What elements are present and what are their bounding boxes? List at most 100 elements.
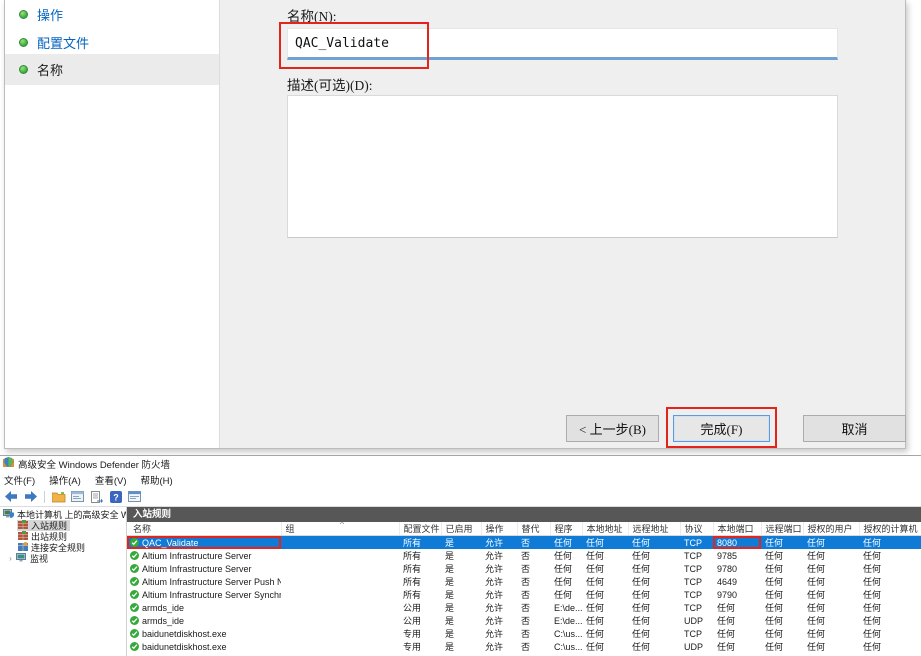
- back-icon[interactable]: [3, 489, 20, 504]
- table-row[interactable]: armds_ide公用是允许否E:\de...任何任何UDP任何任何任何任何: [127, 614, 921, 627]
- cell-group: [281, 562, 399, 575]
- cell-authorized_users: 任何: [803, 562, 859, 575]
- cell-override: 否: [517, 536, 550, 550]
- cell-override: 否: [517, 627, 550, 640]
- table-row[interactable]: Altium Infrastructure Server Synchroniz.…: [127, 588, 921, 601]
- cell-override: 否: [517, 588, 550, 601]
- column-header-protocol[interactable]: 协议: [680, 522, 713, 536]
- monitoring-icon: [16, 553, 27, 564]
- sort-indicator-icon: ^: [336, 522, 348, 528]
- cell-local_address: 任何: [582, 562, 628, 575]
- menu-file[interactable]: 文件(F): [0, 473, 42, 487]
- cell-remote_port: 任何: [761, 575, 803, 588]
- column-header-action[interactable]: 操作: [481, 522, 517, 536]
- table-row[interactable]: Altium Infrastructure Server所有是允许否任何任何任何…: [127, 549, 921, 562]
- help-icon[interactable]: ?: [107, 489, 124, 504]
- cell-authorized_computers: 任何: [859, 562, 921, 575]
- menu-view[interactable]: 查看(V): [88, 473, 134, 487]
- window-title: 高级安全 Windows Defender 防火墙: [18, 457, 170, 471]
- cell-override: 否: [517, 614, 550, 627]
- cell-action: 允许: [481, 575, 517, 588]
- properties-window-icon[interactable]: [126, 489, 143, 504]
- cell-authorized_users: 任何: [803, 627, 859, 640]
- toolbar-separator: [44, 491, 45, 503]
- table-row[interactable]: baidunetdiskhost.exe专用是允许否C:\us...任何任何UD…: [127, 640, 921, 653]
- tree-item-monitoring[interactable]: › 监视: [0, 553, 126, 564]
- rule-enabled-check-icon: [130, 642, 139, 651]
- cell-protocol: TCP: [680, 601, 713, 614]
- table-row[interactable]: QAC_Validate所有是允许否任何任何任何TCP8080任何任何任何: [127, 536, 921, 550]
- computer-shield-icon: [3, 509, 14, 520]
- rule-name-input[interactable]: [287, 28, 838, 60]
- tree-item-label: 监视: [30, 553, 48, 564]
- cell-group: [281, 549, 399, 562]
- wizard-step-action[interactable]: 操作: [5, 0, 219, 29]
- column-header-authorized_users[interactable]: 授权的用户: [803, 522, 859, 536]
- cell-name: Altium Infrastructure Server: [127, 562, 281, 575]
- wizard-step-label: 配置文件: [37, 33, 89, 52]
- column-header-local_port[interactable]: 本地端口: [713, 522, 761, 536]
- tree-root-local-computer[interactable]: 本地计算机 上的高级安全 Wind: [0, 509, 126, 520]
- column-header-remote_address[interactable]: 远程地址: [628, 522, 680, 536]
- rule-name-label: 名称(N):: [287, 5, 337, 25]
- back-button[interactable]: < 上一步(B): [566, 415, 659, 442]
- menu-help[interactable]: 帮助(H): [133, 473, 179, 487]
- step-bullet-icon: [19, 38, 28, 47]
- wizard-step-label: 操作: [37, 5, 63, 24]
- console-tree: 本地计算机 上的高级安全 Wind 入站规则: [0, 507, 127, 656]
- column-header-profile[interactable]: 配置文件: [399, 522, 441, 536]
- tree-item-outbound-rules[interactable]: 出站规则: [0, 531, 126, 542]
- column-header-remote_port[interactable]: 远程端口: [761, 522, 803, 536]
- column-header-enabled[interactable]: 已启用: [441, 522, 481, 536]
- cell-action: 允许: [481, 640, 517, 653]
- cell-authorized_users: 任何: [803, 614, 859, 627]
- cell-name: QAC_Validate: [127, 536, 281, 550]
- table-row[interactable]: armds_ide公用是允许否E:\de...任何任何TCP任何任何任何任何: [127, 601, 921, 614]
- connection-security-rules-icon: [18, 542, 28, 553]
- tree-item-connection-security-rules[interactable]: 连接安全规则: [0, 542, 126, 553]
- cell-enabled: 是: [441, 614, 481, 627]
- column-header-authorized_computers[interactable]: 授权的计算机: [859, 522, 921, 536]
- show-console-tree-icon[interactable]: [50, 489, 67, 504]
- rule-description-textarea[interactable]: [287, 95, 838, 238]
- cell-authorized_computers: 任何: [859, 549, 921, 562]
- cell-remote_address: 任何: [628, 562, 680, 575]
- finish-button[interactable]: 完成(F): [673, 415, 770, 442]
- wizard-step-name-current[interactable]: 名称: [5, 54, 219, 85]
- expand-chevron-icon[interactable]: ›: [6, 554, 15, 563]
- rule-name-text: QAC_Validate: [142, 538, 198, 548]
- cell-program: 任何: [550, 575, 582, 588]
- table-row[interactable]: baidunetdiskhost.exe专用是允许否C:\us...任何任何TC…: [127, 627, 921, 640]
- forward-icon[interactable]: [22, 489, 39, 504]
- wizard-step-profile[interactable]: 配置文件: [5, 28, 219, 57]
- cancel-button[interactable]: 取消: [803, 415, 906, 442]
- column-header-name[interactable]: 名称: [127, 522, 281, 536]
- cell-authorized_computers: 任何: [859, 614, 921, 627]
- cell-profile: 所有: [399, 549, 441, 562]
- cell-protocol: TCP: [680, 549, 713, 562]
- column-header-program[interactable]: 程序: [550, 522, 582, 536]
- table-row[interactable]: Altium Infrastructure Server Push Notifi…: [127, 575, 921, 588]
- cell-group: [281, 536, 399, 550]
- toolbar: ?: [0, 487, 921, 507]
- cell-profile: 所有: [399, 536, 441, 550]
- console-window-icon[interactable]: [69, 489, 86, 504]
- cell-group: [281, 614, 399, 627]
- rule-description-label: 描述(可选)(D):: [287, 74, 372, 94]
- menu-action[interactable]: 操作(A): [42, 473, 88, 487]
- cell-enabled: 是: [441, 575, 481, 588]
- cell-action: 允许: [481, 588, 517, 601]
- table-row[interactable]: Altium Infrastructure Server所有是允许否任何任何任何…: [127, 562, 921, 575]
- cell-override: 否: [517, 562, 550, 575]
- column-header-override[interactable]: 替代: [517, 522, 550, 536]
- export-list-icon[interactable]: [88, 489, 105, 504]
- tree-item-inbound-rules[interactable]: 入站规则: [0, 520, 126, 531]
- cell-name: Altium Infrastructure Server Push Notifi…: [127, 575, 281, 588]
- column-header-local_address[interactable]: 本地地址: [582, 522, 628, 536]
- cell-action: 允许: [481, 601, 517, 614]
- cell-override: 否: [517, 549, 550, 562]
- cell-remote_address: 任何: [628, 549, 680, 562]
- window-titlebar: 高级安全 Windows Defender 防火墙: [0, 456, 921, 472]
- cell-authorized_computers: 任何: [859, 536, 921, 550]
- cell-protocol: TCP: [680, 536, 713, 550]
